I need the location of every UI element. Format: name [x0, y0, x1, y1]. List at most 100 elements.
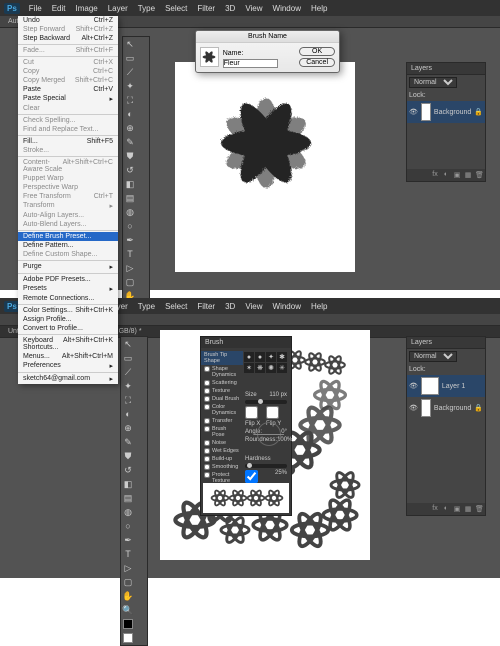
brush-option[interactable]: Dual Brush: [201, 395, 243, 403]
menu-item[interactable]: Perspective Warp: [18, 183, 118, 192]
menu-item[interactable]: Free TransformCtrl+T: [18, 192, 118, 201]
menu-item[interactable]: Remote Connections...: [18, 294, 118, 303]
menu-item[interactable]: Fill...Shift+F5: [18, 137, 118, 146]
eraser-tool[interactable]: ◧: [123, 177, 137, 191]
eraser-tool[interactable]: ◧: [121, 477, 135, 491]
menu-help[interactable]: Help: [306, 302, 332, 311]
path-tool[interactable]: ▷: [123, 261, 137, 275]
menu-image[interactable]: Image: [70, 4, 102, 13]
menu-filter[interactable]: Filter: [192, 4, 220, 13]
size-slider[interactable]: [245, 400, 287, 404]
blend-mode[interactable]: Normal: [409, 77, 457, 88]
dodge-tool[interactable]: ○: [123, 219, 137, 233]
layers-tab[interactable]: Layers: [407, 63, 485, 75]
pen-tool[interactable]: ✒: [121, 533, 135, 547]
layer-background[interactable]: 👁 Background 🔒: [407, 101, 485, 123]
menu-window[interactable]: Window: [268, 302, 306, 311]
menu-item[interactable]: Define Brush Preset...: [18, 232, 118, 241]
trash-icon[interactable]: 🗑: [475, 505, 483, 513]
flipy-check[interactable]: [266, 406, 279, 419]
type-tool[interactable]: T: [121, 547, 135, 561]
ok-button[interactable]: OK: [299, 47, 335, 56]
brush-option[interactable]: Smoothing: [201, 463, 243, 471]
layers-tab[interactable]: Layers: [407, 337, 485, 349]
brush-option[interactable]: Shape Dynamics: [201, 365, 243, 379]
brush-tip[interactable]: ●: [255, 352, 265, 362]
menu-item[interactable]: Check Spelling...: [18, 116, 118, 125]
menu-3d[interactable]: 3D: [220, 4, 240, 13]
marquee-tool[interactable]: ▭: [123, 51, 137, 65]
menu-type[interactable]: Type: [133, 302, 160, 311]
stamp-tool[interactable]: ⛊: [121, 449, 135, 463]
eyedropper-tool[interactable]: ◐: [121, 407, 135, 421]
menu-view[interactable]: View: [240, 4, 267, 13]
new-layer-icon[interactable]: ▦: [464, 505, 472, 513]
crop-tool[interactable]: ⛶: [121, 393, 135, 407]
brush-option[interactable]: Noise: [201, 439, 243, 447]
brush-option[interactable]: Build-up: [201, 455, 243, 463]
heal-tool[interactable]: ⊕: [123, 121, 137, 135]
menu-item[interactable]: Keyboard Shortcuts...Alt+Shift+Ctrl+K: [18, 336, 118, 352]
brush-tip[interactable]: ✺: [266, 363, 276, 373]
brush-tip[interactable]: ✶: [244, 363, 254, 373]
lasso-tool[interactable]: ⟋: [121, 365, 135, 379]
blur-tool[interactable]: ◍: [123, 205, 137, 219]
wand-tool[interactable]: ✦: [121, 379, 135, 393]
menu-filter[interactable]: Filter: [192, 302, 220, 311]
menu-item[interactable]: Copy MergedShift+Ctrl+C: [18, 76, 118, 85]
menu-item[interactable]: sketch64@gmail.com▸: [18, 374, 118, 384]
brush-tip[interactable]: ✱: [277, 352, 287, 362]
blend-mode[interactable]: Normal: [409, 351, 457, 362]
menu-view[interactable]: View: [240, 302, 267, 311]
crop-tool[interactable]: ⛶: [123, 93, 137, 107]
eyedropper-tool[interactable]: ◐: [123, 107, 137, 121]
shape-tool[interactable]: ▢: [121, 575, 135, 589]
foreground-color[interactable]: [123, 619, 133, 629]
brush-tip[interactable]: ●: [244, 352, 254, 362]
fx-icon[interactable]: fx: [431, 505, 439, 513]
mask-icon[interactable]: ◐: [442, 171, 450, 179]
menu-item[interactable]: Define Custom Shape...: [18, 250, 118, 259]
history-brush[interactable]: ↺: [123, 163, 137, 177]
dodge-tool[interactable]: ○: [121, 519, 135, 533]
menu-item[interactable]: Menus...Alt+Shift+Ctrl+M: [18, 352, 118, 361]
menu-item[interactable]: UndoCtrl+Z: [18, 16, 118, 25]
pen-tool[interactable]: ✒: [123, 233, 137, 247]
shape-tool[interactable]: ▢: [123, 275, 137, 289]
menu-item[interactable]: Auto-Blend Layers...: [18, 220, 118, 229]
mask-icon[interactable]: ◐: [442, 505, 450, 513]
background-color[interactable]: [123, 633, 133, 643]
menu-item[interactable]: Define Pattern...: [18, 241, 118, 250]
fx-icon[interactable]: fx: [431, 171, 439, 179]
brush-option[interactable]: Wet Edges: [201, 447, 243, 455]
brush-option[interactable]: Scattering: [201, 379, 243, 387]
brush-tip[interactable]: ❋: [255, 363, 265, 373]
folder-icon[interactable]: ▣: [453, 171, 461, 179]
brush-tab[interactable]: Brush: [201, 337, 291, 348]
menu-3d[interactable]: 3D: [220, 302, 240, 311]
new-layer-icon[interactable]: ▦: [464, 171, 472, 179]
menu-item[interactable]: Presets▸: [18, 284, 118, 294]
flipx-check[interactable]: [245, 406, 258, 419]
menu-item[interactable]: Stroke...: [18, 146, 118, 155]
brush-tip[interactable]: ✦: [266, 352, 276, 362]
brush-tool[interactable]: ✎: [121, 435, 135, 449]
layer-1[interactable]: 👁 Layer 1: [407, 375, 485, 397]
menu-item[interactable]: Transform▸: [18, 201, 118, 211]
move-tool[interactable]: ↖: [121, 337, 135, 351]
hand-tool[interactable]: ✋: [121, 589, 135, 603]
menu-select[interactable]: Select: [160, 4, 192, 13]
menu-item[interactable]: Assign Profile...: [18, 315, 118, 324]
stamp-tool[interactable]: ⛊: [123, 149, 137, 163]
trash-icon[interactable]: 🗑: [475, 171, 483, 179]
gradient-tool[interactable]: ▤: [123, 191, 137, 205]
visibility-icon[interactable]: 👁: [409, 404, 418, 412]
gradient-tool[interactable]: ▤: [121, 491, 135, 505]
menu-item[interactable]: Find and Replace Text...: [18, 125, 118, 134]
menu-item[interactable]: Auto-Align Layers...: [18, 211, 118, 220]
menu-item[interactable]: Fade...Shift+Ctrl+F: [18, 46, 118, 55]
move-tool[interactable]: ↖: [123, 37, 137, 51]
menu-item[interactable]: Clear: [18, 104, 118, 113]
brush-angle-target[interactable]: [257, 422, 281, 446]
canvas[interactable]: [175, 62, 355, 272]
